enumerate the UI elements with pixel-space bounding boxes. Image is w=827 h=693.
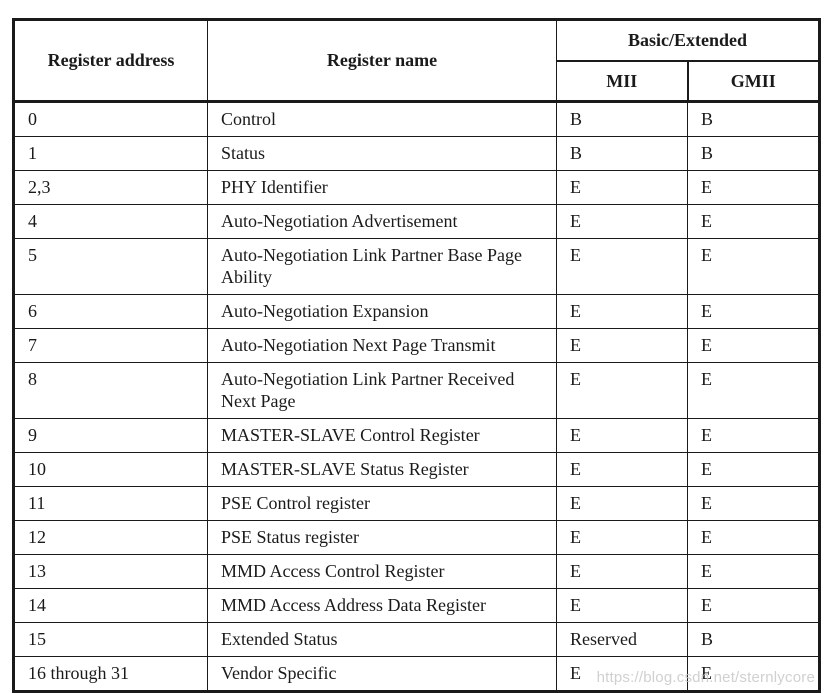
cell-register-name: PHY Identifier — [207, 170, 557, 205]
cell-mii: E — [556, 452, 688, 487]
cell-gmii: E — [686, 204, 821, 239]
cell-register-name: Auto-Negotiation Link Partner Base Page … — [207, 238, 557, 295]
cell-address: 16 through 31 — [13, 656, 208, 692]
cell-gmii: E — [686, 418, 821, 453]
cell-register-name: Vendor Specific — [207, 656, 557, 692]
cell-address: 15 — [13, 622, 208, 657]
cell-register-name: Status — [207, 136, 557, 171]
table-row: 10 MASTER-SLAVE Status Register E E — [13, 452, 821, 487]
cell-address: 7 — [13, 328, 208, 363]
cell-gmii: E — [686, 328, 821, 363]
table-row: 13 MMD Access Control Register E E — [13, 554, 821, 589]
cell-address: 2,3 — [13, 170, 208, 205]
cell-register-name: Control — [207, 101, 557, 137]
table-row: 14 MMD Access Address Data Register E E — [13, 588, 821, 623]
header-gmii: GMII — [686, 60, 821, 103]
cell-mii: E — [556, 238, 688, 295]
table-row: 4 Auto-Negotiation Advertisement E E — [13, 204, 821, 239]
header-register-address: Register address — [13, 19, 208, 103]
cell-mii: E — [556, 418, 688, 453]
cell-mii: E — [556, 204, 688, 239]
cell-gmii: E — [686, 452, 821, 487]
cell-mii: E — [556, 520, 688, 555]
cell-gmii: B — [686, 136, 821, 171]
cell-register-name: Extended Status — [207, 622, 557, 657]
cell-register-name: Auto-Negotiation Link Partner Received N… — [207, 362, 557, 419]
cell-gmii: E — [686, 362, 821, 419]
cell-address: 10 — [13, 452, 208, 487]
cell-mii: Reserved — [556, 622, 688, 657]
cell-address: 12 — [13, 520, 208, 555]
cell-register-name: MASTER-SLAVE Control Register — [207, 418, 557, 453]
cell-address: 4 — [13, 204, 208, 239]
table-row: 1 Status B B — [13, 136, 821, 171]
cell-register-name: MMD Access Control Register — [207, 554, 557, 589]
table-row: 8 Auto-Negotiation Link Partner Received … — [13, 362, 821, 419]
table-row: 2,3 PHY Identifier E E — [13, 170, 821, 205]
cell-address: 9 — [13, 418, 208, 453]
table-row: 15 Extended Status Reserved B — [13, 622, 821, 657]
table-row: 12 PSE Status register E E — [13, 520, 821, 555]
cell-register-name: MASTER-SLAVE Status Register — [207, 452, 557, 487]
cell-gmii: E — [686, 520, 821, 555]
header-register-name: Register name — [207, 19, 557, 103]
cell-mii: E — [556, 486, 688, 521]
cell-address: 13 — [13, 554, 208, 589]
cell-mii: B — [556, 101, 688, 137]
cell-mii: E — [556, 362, 688, 419]
cell-address: 0 — [13, 101, 208, 137]
table-row: 7 Auto-Negotiation Next Page Transmit E E — [13, 328, 821, 363]
cell-register-name: MMD Access Address Data Register — [207, 588, 557, 623]
table-row: 5 Auto-Negotiation Link Partner Base Page… — [13, 238, 821, 295]
cell-gmii: B — [686, 622, 821, 657]
cell-address: 1 — [13, 136, 208, 171]
cell-register-name: Auto-Negotiation Expansion — [207, 294, 557, 329]
cell-gmii: E — [686, 170, 821, 205]
watermark: https://blog.csdn.net/sternlycore — [596, 669, 815, 686]
cell-mii: E — [556, 170, 688, 205]
cell-register-name: Auto-Negotiation Advertisement — [207, 204, 557, 239]
cell-mii: E — [556, 588, 688, 623]
cell-address: 11 — [13, 486, 208, 521]
cell-mii: E — [556, 554, 688, 589]
cell-register-name: PSE Control register — [207, 486, 557, 521]
table-row: 0 Control B B — [13, 101, 821, 137]
header-mii: MII — [556, 60, 689, 103]
cell-mii: E — [556, 328, 688, 363]
cell-register-name: PSE Status register — [207, 520, 557, 555]
cell-address: 14 — [13, 588, 208, 623]
table-row: 11 PSE Control register E E — [13, 486, 821, 521]
register-table: Register address Register name Basic/Ext… — [12, 18, 822, 693]
cell-address: 8 — [13, 362, 208, 419]
cell-gmii: E — [686, 294, 821, 329]
cell-address: 6 — [13, 294, 208, 329]
cell-gmii: E — [686, 588, 821, 623]
cell-gmii: E — [686, 238, 821, 295]
header-basic-extended: Basic/Extended — [555, 19, 821, 62]
cell-address: 5 — [13, 238, 208, 295]
table-body: 0 Control B B 1 Status B B 2,3 PHY Identifier E E 4 A… — [13, 101, 821, 692]
cell-mii: B — [556, 136, 688, 171]
cell-gmii: E — [686, 554, 821, 589]
cell-mii: E — [556, 294, 688, 329]
table-row: 9 MASTER-SLAVE Control Register E E — [13, 418, 821, 453]
cell-gmii: B — [686, 101, 821, 137]
cell-register-name: Auto-Negotiation Next Page Transmit — [207, 328, 557, 363]
cell-gmii: E — [686, 486, 821, 521]
table-row: 6 Auto-Negotiation Expansion E E — [13, 294, 821, 329]
